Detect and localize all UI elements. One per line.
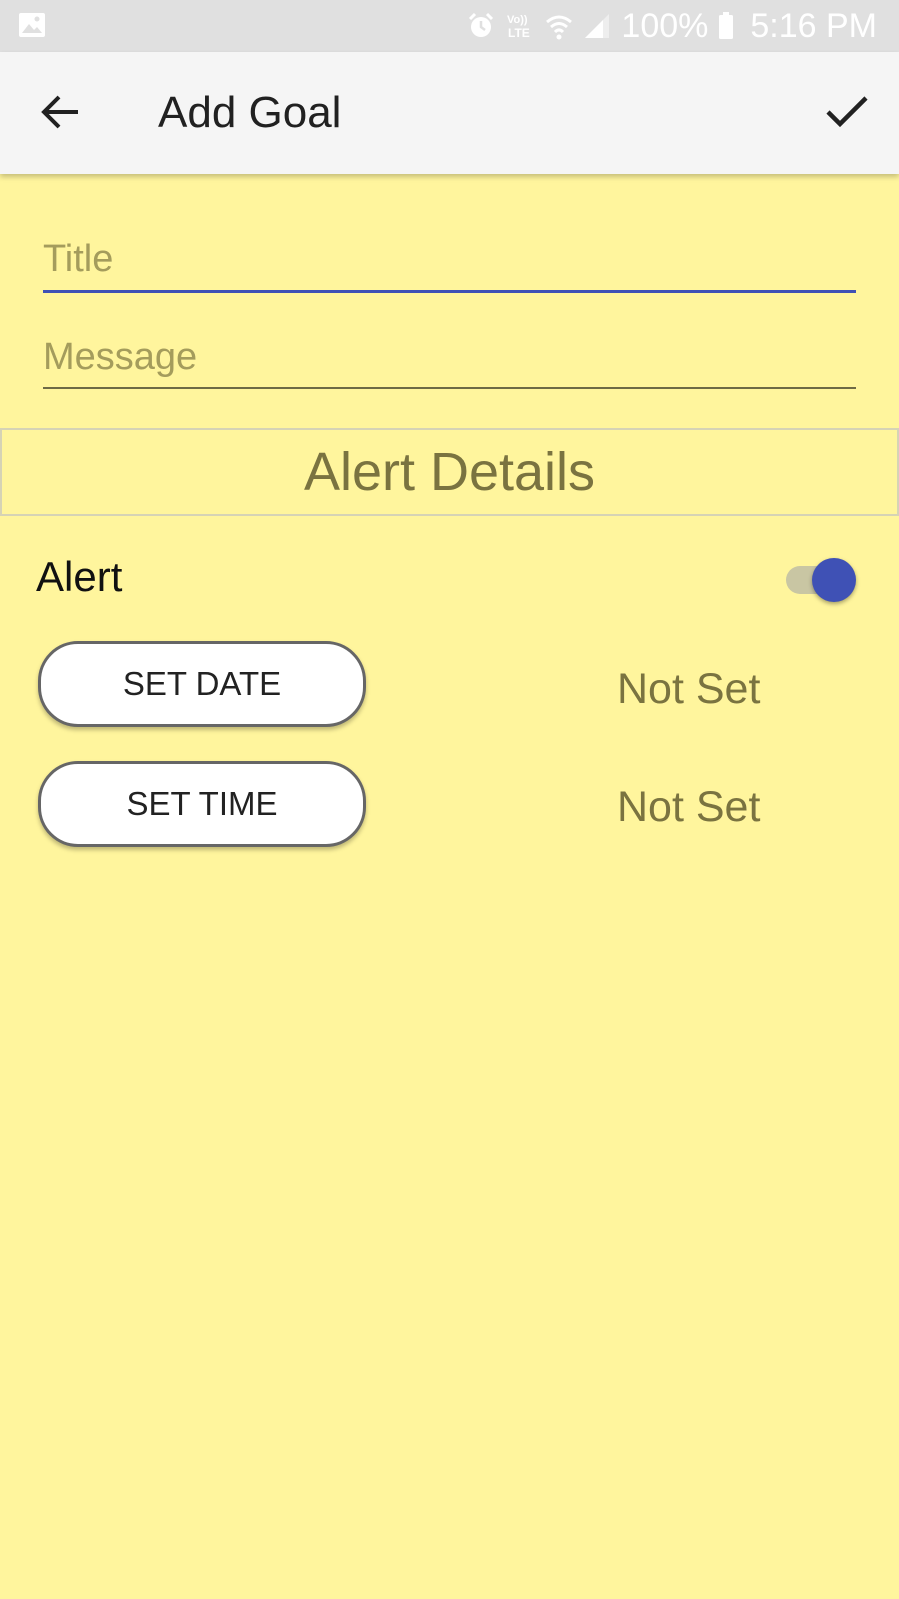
message-underline [43,387,856,389]
toggle-thumb [812,558,856,602]
date-value: Not Set [617,665,761,713]
clock: 5:16 PM [750,6,877,45]
battery-icon [718,12,734,40]
alert-toggle[interactable] [786,556,858,604]
volte-icon: Vo)) LTE [505,11,535,41]
alert-label: Alert [36,553,123,600]
gallery-icon [18,12,46,43]
status-bar: Vo)) LTE 100% 5:16 PM [0,0,899,52]
time-value: Not Set [617,783,761,831]
section-title: Alert Details [303,442,596,502]
message-input[interactable] [43,332,856,382]
signal-icon [583,12,611,40]
svg-text:Vo)): Vo)) [507,14,528,26]
save-button[interactable] [815,82,879,146]
app-bar: Add Goal [0,52,899,174]
title-input[interactable] [43,234,856,284]
battery-percent: 100% [621,6,709,45]
alert-details-header: Alert Details [0,428,899,516]
set-time-button[interactable]: SET TIME [38,761,366,847]
wifi-icon [545,12,573,40]
set-date-button[interactable]: SET DATE [38,641,366,727]
message-field [43,332,856,389]
arrow-left-icon [40,94,80,135]
page-title: Add Goal [158,88,342,137]
alarm-icon [467,12,495,40]
svg-text:LTE: LTE [508,26,530,40]
title-field [43,234,856,293]
title-underline [43,290,856,293]
back-button[interactable] [28,82,92,146]
check-icon [826,95,868,134]
status-indicators: Vo)) LTE 100% 5:16 PM [467,0,877,52]
